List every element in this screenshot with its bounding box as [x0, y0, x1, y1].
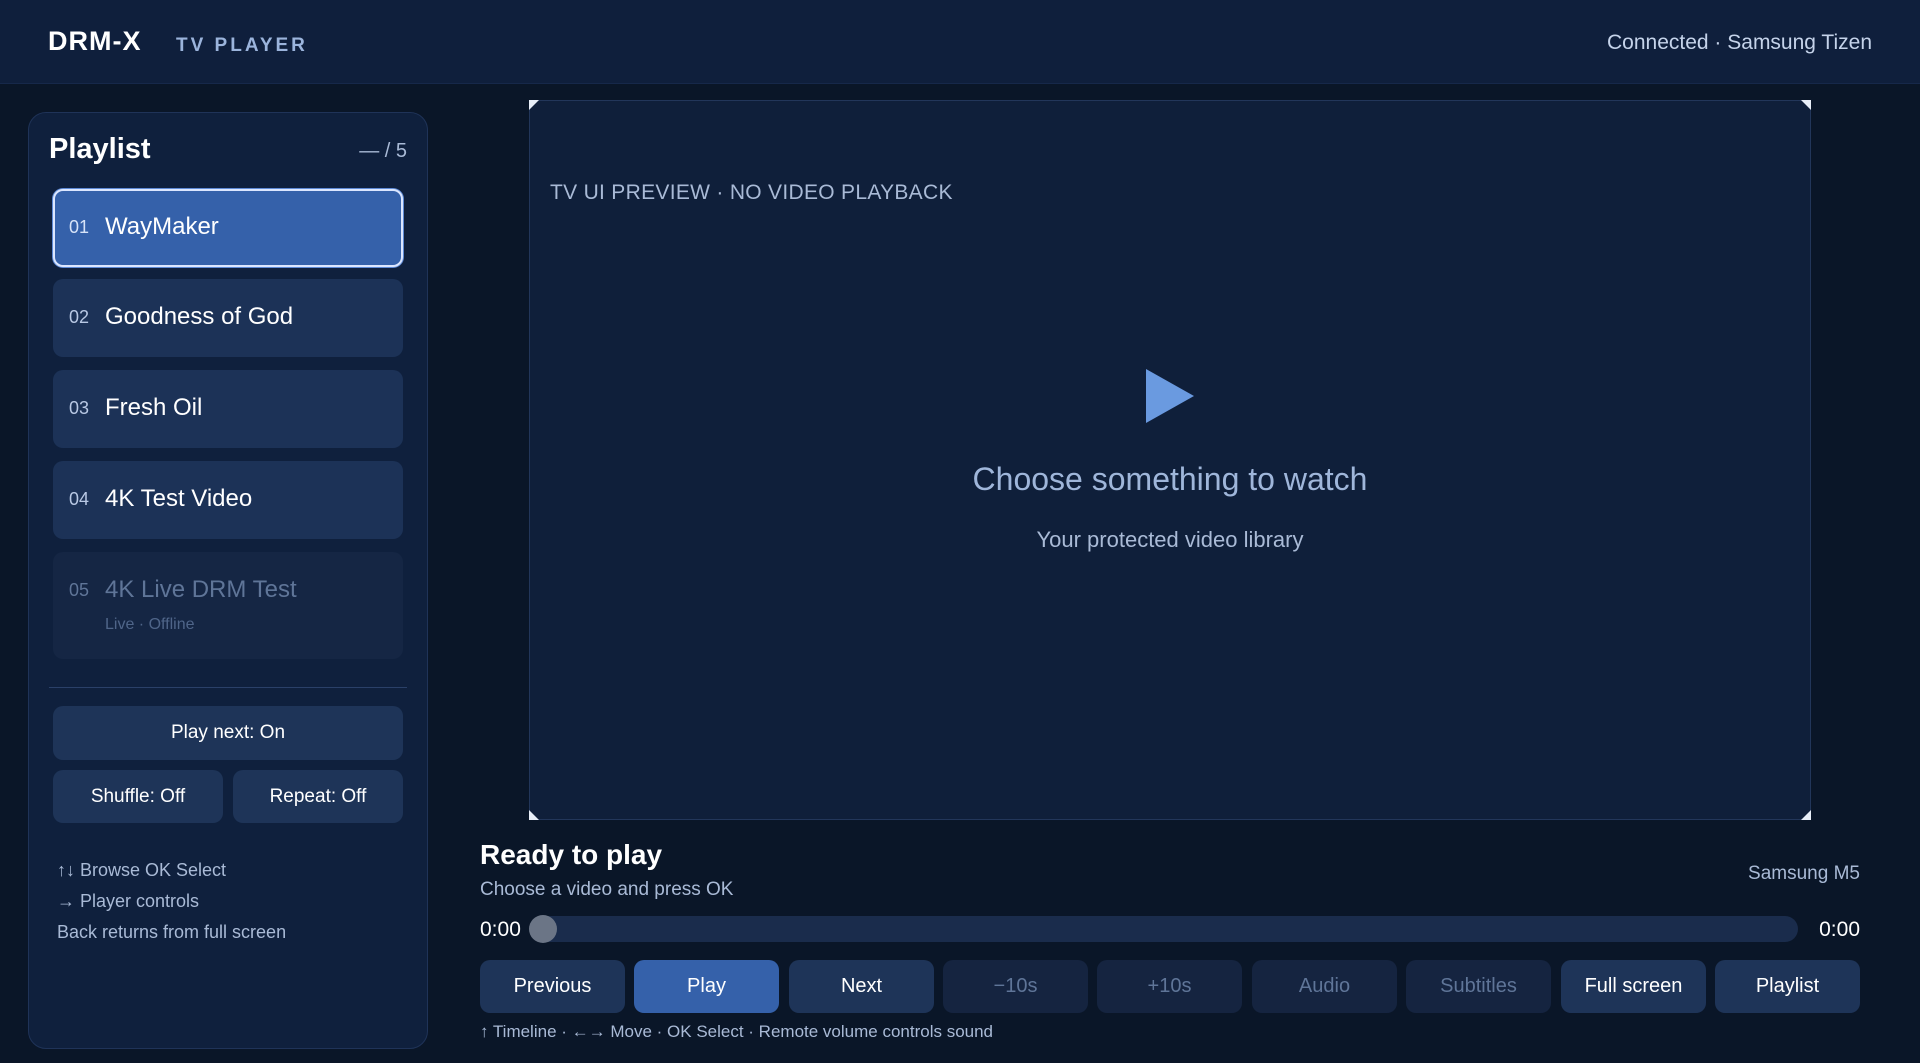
corner-mark [1801, 810, 1811, 820]
playlist-item-title: Fresh Oil [105, 394, 203, 421]
playlist-item-status: Live · Offline [105, 616, 195, 633]
remote-hint-browse: ↑↓ Browse OK Select [57, 860, 227, 880]
forward-10s-button[interactable]: +10s [1097, 960, 1242, 1013]
playlist-count: — / 5 [359, 140, 407, 162]
playlist-title: Playlist [49, 133, 151, 165]
playlist-item-title: WayMaker [105, 213, 219, 240]
playlist-item-goodness-of-god[interactable]: 02 Goodness of God [53, 279, 403, 357]
remote-hint-controls: → Player controls [57, 891, 200, 911]
playlist-item-number: 01 [69, 217, 90, 237]
corner-mark [529, 810, 539, 820]
playlist-item-number: 03 [69, 398, 90, 418]
audio-button[interactable]: Audio [1252, 960, 1397, 1013]
playlist-item-title: Goodness of God [105, 303, 294, 330]
time-current: 0:00 [480, 918, 521, 941]
playlist-item-number: 04 [69, 489, 90, 509]
previous-button[interactable]: Previous [480, 960, 625, 1013]
video-subline: Your protected video library [1036, 527, 1304, 552]
video-preview[interactable]: TV UI PREVIEW · NO VIDEO PLAYBACK Choose… [529, 100, 1811, 820]
fullscreen-button[interactable]: Full screen [1561, 960, 1706, 1013]
time-total: 0:00 [1819, 918, 1860, 941]
corner-mark [1801, 100, 1811, 110]
connection-status: Connected · Samsung Tizen [1607, 31, 1872, 54]
playlist-item-4k-test-video[interactable]: 04 4K Test Video [53, 461, 403, 539]
playlist-divider [49, 687, 407, 688]
playlist-item-fresh-oil[interactable]: 03 Fresh Oil [53, 370, 403, 448]
play-next-toggle[interactable]: Play next: On [53, 706, 403, 760]
playlist-item-waymaker[interactable]: 01 WayMaker [53, 189, 403, 267]
brand-logo: DRM-X [48, 26, 142, 56]
remote-hint-footer: ↑ Timeline · ←→ Move · OK Select · Remot… [480, 1022, 994, 1041]
player-status-title: Ready to play [480, 839, 663, 870]
shuffle-toggle[interactable]: Shuffle: Off [53, 770, 223, 823]
device-name: Samsung M5 [1748, 863, 1860, 884]
playlist-item-number: 02 [69, 307, 90, 327]
preview-label: TV UI PREVIEW · NO VIDEO PLAYBACK [550, 181, 953, 204]
next-button[interactable]: Next [789, 960, 934, 1013]
remote-hint-back: Back returns from full screen [57, 922, 287, 942]
playlist-item-4k-live-drm-test[interactable]: 05 4K Live DRM Test Live · Offline [53, 552, 403, 659]
play-button[interactable]: Play [634, 960, 779, 1013]
timeline-track[interactable] [530, 916, 1798, 942]
video-headline: Choose something to watch [972, 461, 1368, 497]
play-icon [1146, 369, 1194, 423]
brand-subtitle: TV PLAYER [176, 35, 308, 56]
playlist-item-title: 4K Live DRM Test [105, 576, 297, 603]
timeline-knob[interactable] [529, 915, 557, 943]
playlist-button[interactable]: Playlist [1715, 960, 1860, 1013]
corner-mark [529, 100, 539, 110]
playlist-panel: Playlist — / 5 01 WayMaker 02 Goodness o… [28, 112, 428, 1049]
repeat-toggle[interactable]: Repeat: Off [233, 770, 403, 823]
app-header: DRM-X TV PLAYER Connected · Samsung Tize… [0, 0, 1920, 84]
player-status-subtitle: Choose a video and press OK [480, 879, 734, 900]
rewind-10s-button[interactable]: −10s [943, 960, 1088, 1013]
subtitles-button[interactable]: Subtitles [1406, 960, 1551, 1013]
playlist-item-title: 4K Test Video [105, 485, 253, 512]
playlist-item-number: 05 [69, 580, 90, 600]
